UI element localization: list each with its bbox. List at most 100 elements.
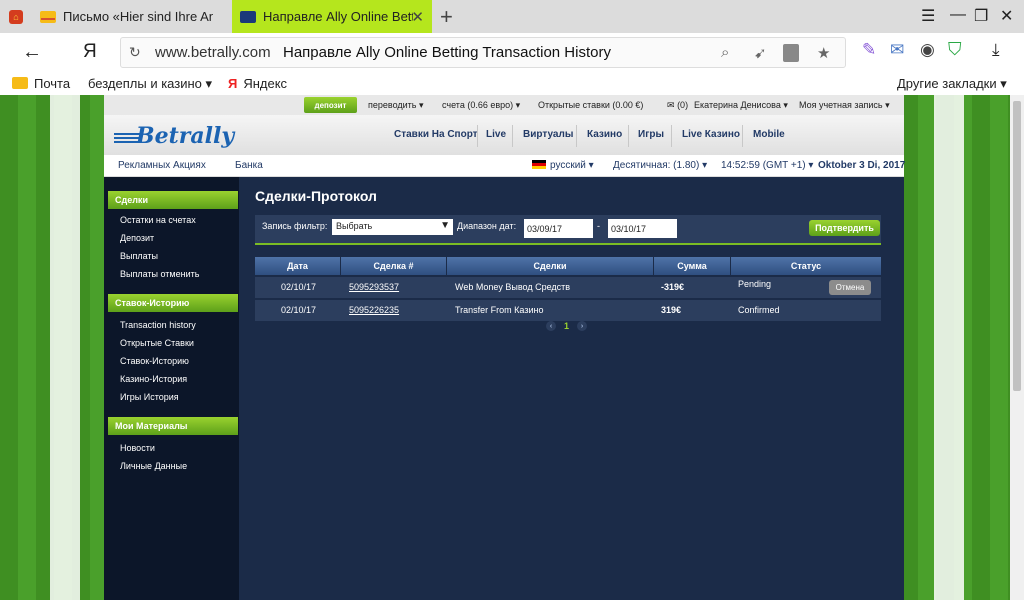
envelope-icon: ✉ xyxy=(667,100,675,110)
sidebar-item-transaction-history[interactable]: Transaction history xyxy=(120,320,196,330)
col-transaction-id: Сделка # xyxy=(341,257,447,275)
mail-icon[interactable]: ✉ xyxy=(890,40,904,60)
nav-games[interactable]: Игры xyxy=(638,129,664,140)
close-tab-icon[interactable]: ✕ xyxy=(411,8,424,26)
url-field[interactable]: ↻ www.betrally.com Направле Ally Online … xyxy=(120,37,846,68)
sidebar-heading-transactions[interactable]: Сделки xyxy=(108,191,238,209)
sidebar-item-bet-history[interactable]: Ставок-Историю xyxy=(120,356,189,366)
prev-page-icon[interactable]: ‹ xyxy=(546,321,556,331)
sidebar: Сделки Остатки на счетах Депозит Выплаты… xyxy=(104,177,239,600)
row-transaction-id[interactable]: 5095293537 xyxy=(349,277,399,298)
main-body: Сделки Остатки на счетах Депозит Выплаты… xyxy=(104,177,904,600)
sidebar-heading-my-materials[interactable]: Мои Материалы xyxy=(108,417,238,435)
transfer-menu[interactable]: переводить ▾ xyxy=(368,100,424,111)
bank-link[interactable]: Банка xyxy=(235,160,263,171)
row-status: Pending xyxy=(738,279,772,289)
back-arrow-icon[interactable]: ← xyxy=(22,41,42,64)
sidebar-item-balances[interactable]: Остатки на счетах xyxy=(120,215,196,225)
sidebar-item-news[interactable]: Новости xyxy=(120,443,155,453)
bookmark-mail[interactable]: Почта xyxy=(12,76,70,91)
tab-betrally[interactable]: Направле Ally Online Bett ✕ xyxy=(232,0,432,33)
sidebar-heading-bet-history[interactable]: Ставок-Историю xyxy=(108,294,238,312)
language-select[interactable]: русский ▾ xyxy=(532,160,594,171)
nav-live-casino[interactable]: Live Казино xyxy=(682,129,740,140)
new-tab-icon[interactable]: + xyxy=(440,4,453,30)
restore-icon[interactable]: ❐ xyxy=(974,6,988,26)
row-description: Transfer From Казино xyxy=(455,305,544,315)
tab-title: Направле Ally Online Bett xyxy=(263,9,413,24)
sidebar-item-cancel-withdrawals[interactable]: Выплаты отменить xyxy=(120,269,199,279)
col-status: Статус xyxy=(790,261,822,271)
row-description: Web Money Вывод Средств xyxy=(455,282,571,292)
row-date: 02/10/17 xyxy=(281,282,317,292)
open-bets[interactable]: Открытые ставки (0.00 €) xyxy=(538,100,643,110)
promotions-link[interactable]: Рекламных Акциях xyxy=(118,160,206,171)
user-menu[interactable]: Екатерина Денисова ▾ xyxy=(694,100,788,111)
rocket-icon[interactable]: ➹ xyxy=(754,44,767,62)
sidebar-item-deposit[interactable]: Депозит xyxy=(120,233,154,243)
scrollbar-thumb[interactable] xyxy=(1013,101,1021,391)
deposit-button[interactable]: депозит xyxy=(304,97,357,113)
date-range-label: Диапазон дат: xyxy=(457,221,517,231)
site-container: депозит переводить ▾ счета (0.66 евро) ▾… xyxy=(104,95,906,600)
shield-icon[interactable]: ⛉ xyxy=(948,39,962,60)
current-date: Oktober 3 Di, 2017 xyxy=(818,160,906,171)
nav-sports[interactable]: Ставки На Спорт xyxy=(394,129,478,140)
page-number[interactable]: 1 xyxy=(564,321,569,331)
nav-live[interactable]: Live xyxy=(486,129,506,140)
nav-casino[interactable]: Казино xyxy=(587,129,622,140)
col-date: Дата xyxy=(255,257,341,275)
other-bookmarks[interactable]: Другие закладки ▾ xyxy=(897,76,1007,92)
close-window-icon[interactable]: ✕ xyxy=(1000,6,1013,26)
page-background: депозит переводить ▾ счета (0.66 евро) ▾… xyxy=(0,95,1010,600)
pen-icon[interactable]: ✎ xyxy=(862,40,876,60)
cancel-button[interactable]: Отмена xyxy=(829,280,871,295)
tab-mail[interactable]: Письмо «Hier sind Ihre Anm xyxy=(32,0,232,33)
yandex-logo[interactable]: Я xyxy=(83,41,97,63)
sidebar-item-withdrawals[interactable]: Выплаты xyxy=(120,251,158,261)
star-bookmark-icon[interactable]: ★ xyxy=(817,44,830,62)
date-to-input[interactable]: 03/10/17 xyxy=(608,219,677,238)
download-icon[interactable]: ⤓ xyxy=(992,40,1000,60)
site-logo[interactable]: Betrally xyxy=(136,123,234,149)
sidebar-item-games-history[interactable]: Игры История xyxy=(120,392,179,402)
odds-format-select[interactable]: Десятичная: (1.80) ▾ xyxy=(613,160,707,171)
table-header: Дата Сделка # Сделки Сумма Статус xyxy=(255,257,881,275)
next-page-icon[interactable]: › xyxy=(577,321,588,331)
bookmark-folder[interactable]: бездеплы и казино ▾ xyxy=(88,76,212,92)
date-range-dash: - xyxy=(597,221,600,231)
bookmarks-bar: Почта бездеплы и казино ▾ Я Яндекс Другие… xyxy=(0,73,1024,95)
sidebar-item-open-bets[interactable]: Открытые Ставки xyxy=(120,338,194,348)
translate-icon[interactable]: ⌕ xyxy=(721,44,729,61)
confirm-button[interactable]: Подтвердить xyxy=(809,220,880,236)
time-select[interactable]: 14:52:59 (GMT +1) ▾ xyxy=(721,160,813,171)
sidebar-item-casino-history[interactable]: Казино-История xyxy=(120,374,187,384)
bookmark-yandex[interactable]: Я Яндекс xyxy=(228,76,287,91)
menu-icon[interactable]: ☰ xyxy=(921,6,935,26)
filter-select[interactable]: Выбрать ▼ xyxy=(332,219,453,235)
nav-separator xyxy=(628,125,629,147)
reload-icon[interactable]: ↻ xyxy=(129,44,141,61)
nav-virtuals[interactable]: Виртуалы xyxy=(523,129,573,140)
mail-icon xyxy=(12,77,28,89)
page-scrollbar[interactable] xyxy=(1010,95,1024,600)
nav-separator xyxy=(671,125,672,147)
site-favicon-icon xyxy=(240,10,256,23)
url-page-title: Направле Ally Online Betting Transaction… xyxy=(283,44,611,61)
mail-icon xyxy=(40,10,56,23)
account-balance[interactable]: счета (0.66 евро) ▾ xyxy=(442,100,520,111)
lock-icon[interactable] xyxy=(783,44,799,62)
nav-separator xyxy=(742,125,743,147)
date-from-input[interactable]: 03/09/17 xyxy=(524,219,593,238)
lightbulb-icon[interactable]: ◉ xyxy=(920,40,935,60)
header: Betrally Ставки На Спорт Live Виртуалы К… xyxy=(104,115,904,155)
row-amount: -319€ xyxy=(661,282,685,292)
row-transaction-id[interactable]: 5095226235 xyxy=(349,300,399,321)
my-account-menu[interactable]: Моя учетная запись ▾ xyxy=(799,100,890,111)
sidebar-item-personal-data[interactable]: Личные Данные xyxy=(120,461,187,471)
dropdown-arrow-icon: ▼ xyxy=(440,220,450,231)
nav-mobile[interactable]: Mobile xyxy=(753,129,785,140)
yandex-home-tab[interactable]: ⌂ xyxy=(0,0,32,33)
minimize-icon[interactable]: — xyxy=(950,6,966,24)
messages[interactable]: ✉ (0) xyxy=(667,100,688,111)
